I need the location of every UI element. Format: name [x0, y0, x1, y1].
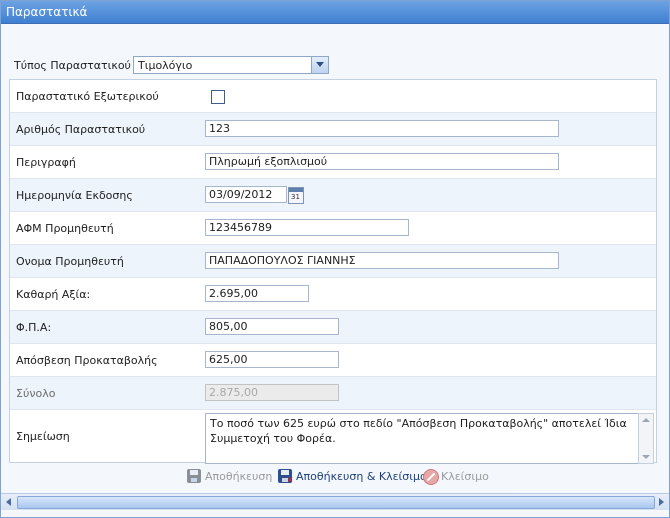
documents-window: Παραστατικά Τύπος Παραστατικού Τιμολόγιο… [0, 0, 670, 518]
row-description: Περιγραφή Πληρωμή εξοπλισμού [10, 146, 656, 179]
supplier-name-input[interactable]: ΠΑΠΑΔΟΠΟΥΛΟΣ ΓΙΑΝΝΗΣ [205, 252, 559, 269]
row-issue-date: Ημερομηνία Εκδοσης 03/09/2012 [10, 179, 656, 212]
window-titlebar: Παραστατικά [1, 1, 669, 24]
description-input[interactable]: Πληρωμή εξοπλισμού [205, 153, 559, 170]
row-advance: Απόσβεση Προκαταβολής 625,00 [10, 344, 656, 377]
calendar-icon[interactable] [288, 187, 304, 204]
number-label: Αριθμός Παραστατικού [16, 123, 146, 136]
row-note: Σημείωση Το ποσό των 625 ευρώ στο πεδίο … [10, 410, 656, 464]
scroll-up-icon[interactable] [642, 418, 650, 422]
document-form: Παραστατικό Εξωτερικού Αριθμός Παραστατι… [9, 79, 657, 464]
note-label: Σημείωση [16, 430, 70, 443]
save-icon [187, 469, 201, 483]
issue-date-label: Ημερομηνία Εκδοσης [16, 189, 133, 202]
row-supplier-vat: ΑΦΜ Προμηθευτή 123456789 [10, 212, 656, 245]
scroll-right-icon[interactable] [659, 498, 664, 506]
net-value-input[interactable]: 2.695,00 [205, 285, 309, 302]
row-external: Παραστατικό Εξωτερικού [10, 80, 656, 113]
doc-type-select[interactable]: Τιμολόγιο [133, 56, 329, 74]
advance-input[interactable]: 625,00 [205, 351, 339, 368]
external-label: Παραστατικό Εξωτερικού [16, 90, 159, 103]
supplier-vat-label: ΑΦΜ Προμηθευτή [16, 222, 114, 235]
save-close-label: Αποθήκευση & Κλείσιμο [296, 470, 427, 483]
save-label: Αποθήκευση [205, 470, 273, 483]
total-input: 2.875,00 [205, 384, 339, 401]
total-label: Σύνολο [16, 387, 56, 400]
external-checkbox[interactable] [211, 90, 225, 104]
row-total: Σύνολο 2.875,00 [10, 377, 656, 410]
vat-label: Φ.Π.Α: [16, 321, 52, 334]
supplier-vat-input[interactable]: 123456789 [205, 219, 409, 236]
horizontal-scrollbar[interactable] [1, 493, 669, 510]
scroll-left-icon[interactable] [6, 498, 11, 506]
row-supplier-name: Ονομα Προμηθευτή ΠΑΠΑΔΟΠΟΥΛΟΣ ΓΙΑΝΝΗΣ [10, 245, 656, 278]
note-scrollbar[interactable] [638, 413, 654, 464]
close-label: Κλείσιμο [441, 470, 489, 483]
note-textarea[interactable]: Το ποσό των 625 ευρώ στο πεδίο "Απόσβεση… [205, 413, 645, 464]
stop-icon [423, 469, 439, 485]
save-close-icon: ✕ [278, 469, 294, 486]
issue-date-input[interactable]: 03/09/2012 [205, 186, 287, 203]
number-input[interactable]: 123 [205, 120, 559, 137]
scroll-down-icon[interactable] [642, 455, 650, 459]
net-value-label: Καθαρή Αξία: [16, 288, 91, 301]
description-label: Περιγραφή [16, 156, 76, 169]
scroll-thumb[interactable] [17, 496, 655, 509]
row-number: Αριθμός Παραστατικού 123 [10, 113, 656, 146]
doc-type-value: Τιμολόγιο [138, 59, 193, 72]
vat-input[interactable]: 805,00 [205, 318, 339, 335]
window-title: Παραστατικά [6, 5, 88, 19]
advance-label: Απόσβεση Προκαταβολής [16, 354, 158, 367]
chevron-down-icon[interactable] [311, 57, 328, 73]
supplier-name-label: Ονομα Προμηθευτή [16, 255, 124, 268]
row-net-value: Καθαρή Αξία: 2.695,00 [10, 278, 656, 311]
row-vat: Φ.Π.Α: 805,00 [10, 311, 656, 344]
doc-type-label: Τύπος Παραστατικού [14, 59, 131, 72]
